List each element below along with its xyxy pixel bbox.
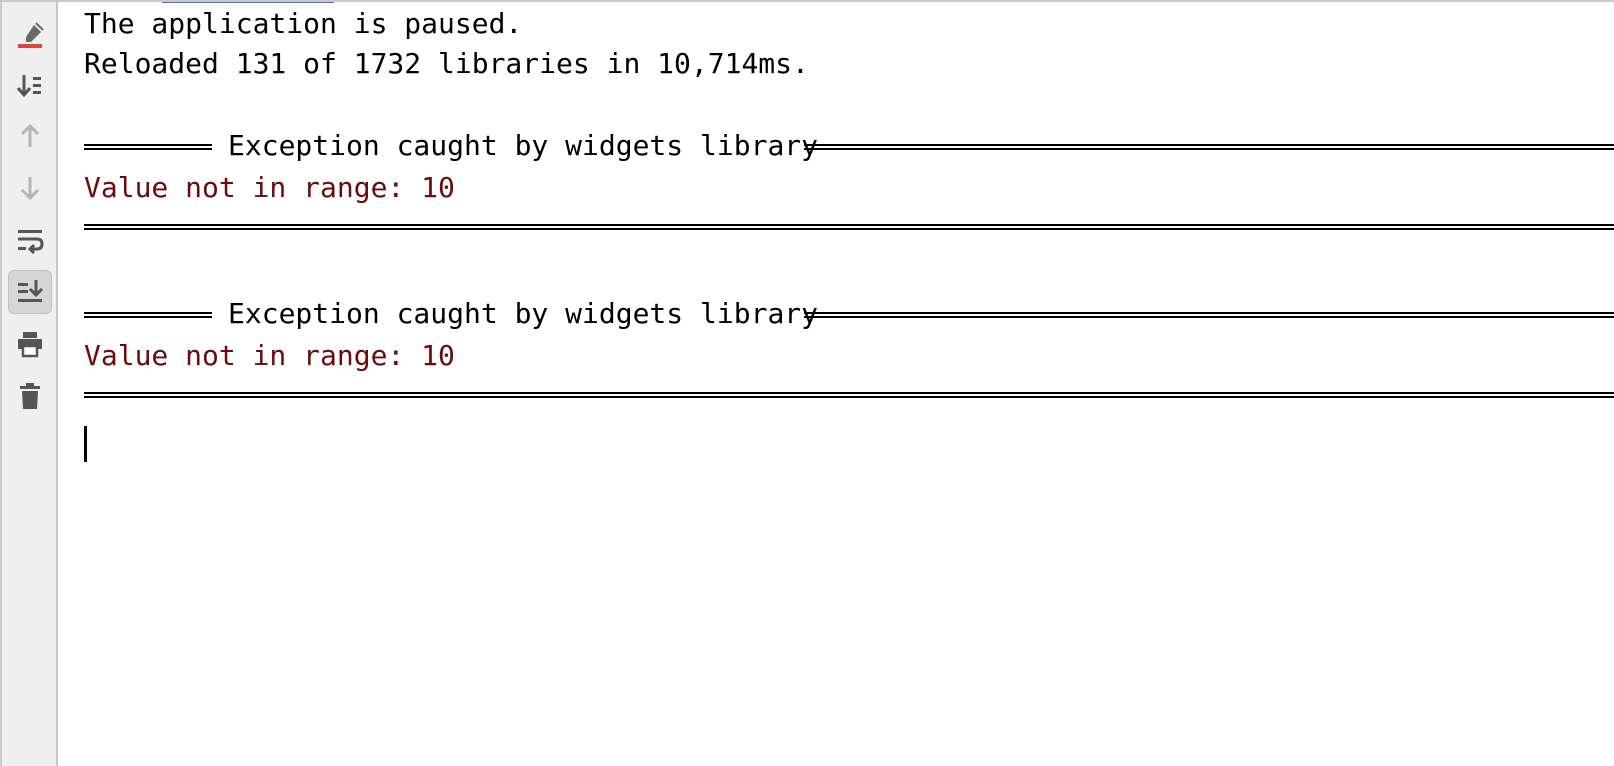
exception-header-title: Exception caught by widgets library xyxy=(228,294,819,334)
exception-footer-1 xyxy=(84,212,1614,252)
separator-rule xyxy=(804,312,1614,318)
exception-header-title: Exception caught by widgets library xyxy=(228,126,819,166)
separator-rule xyxy=(804,144,1614,150)
scroll-to-end-toggle-icon xyxy=(18,280,44,302)
separator-rule xyxy=(84,392,1614,398)
soft-wrap-button[interactable] xyxy=(8,218,52,262)
run-console-window: The application is paused. Reloaded 131 … xyxy=(0,0,1614,766)
error-message-1: Value not in range: 10 xyxy=(84,171,455,204)
previous-occurrence-button[interactable] xyxy=(8,114,52,158)
console-output[interactable]: The application is paused. Reloaded 131 … xyxy=(84,2,1614,766)
separator-rule xyxy=(84,224,1614,230)
soft-wrap-icon xyxy=(18,230,44,255)
exception-footer-2 xyxy=(84,380,1614,420)
trash-icon xyxy=(20,383,40,409)
print-button[interactable] xyxy=(8,322,52,366)
print-icon xyxy=(18,332,42,358)
scroll-to-end-toggle[interactable] xyxy=(8,270,52,314)
clear-all-icon xyxy=(18,22,44,48)
up-arrow-icon xyxy=(20,123,40,147)
scroll-to-end-icon xyxy=(16,75,41,98)
down-arrow-icon xyxy=(20,177,40,201)
exception-header-1: Exception caught by widgets library xyxy=(84,126,1614,166)
text-cursor xyxy=(84,426,87,462)
status-line: The application is paused. xyxy=(84,7,523,40)
clear-all-button[interactable] xyxy=(8,14,52,58)
delete-button[interactable] xyxy=(8,374,52,418)
next-occurrence-button[interactable] xyxy=(8,166,52,210)
separator-rule xyxy=(84,312,212,318)
console-toolbar xyxy=(2,2,58,766)
separator-rule xyxy=(84,144,212,150)
error-message-2: Value not in range: 10 xyxy=(84,339,455,372)
reload-line: Reloaded 131 of 1732 libraries in 10,714… xyxy=(84,47,809,80)
scroll-to-end-button[interactable] xyxy=(8,64,52,108)
exception-header-2: Exception caught by widgets library xyxy=(84,294,1614,334)
